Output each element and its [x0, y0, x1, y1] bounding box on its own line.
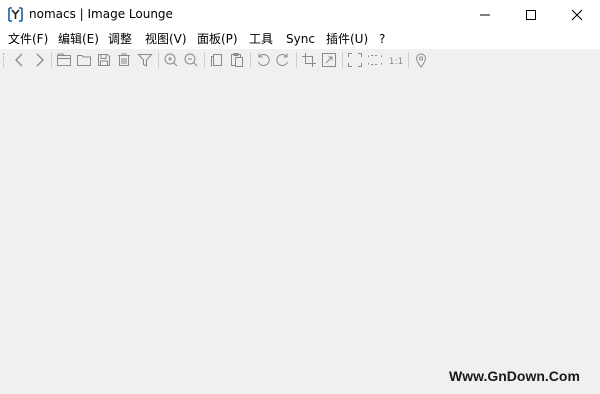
open-folder-button[interactable] [55, 51, 73, 69]
filter-icon [137, 54, 153, 67]
location-icon [415, 53, 427, 68]
toolbar: 1:1 [0, 49, 600, 71]
image-viewport[interactable] [0, 71, 600, 394]
rotate-right-button[interactable] [274, 51, 292, 69]
delete-button[interactable] [115, 51, 133, 69]
menu-plugins[interactable]: 插件(U) [326, 31, 368, 47]
fullscreen-icon [348, 53, 362, 67]
resize-button[interactable] [320, 51, 338, 69]
zoom-in-icon [164, 53, 178, 67]
menu-view[interactable]: 视图(V) [145, 31, 187, 47]
fullscreen-button[interactable] [346, 51, 364, 69]
zoom-out-icon [184, 53, 198, 67]
title-bar: nomacs | Image Lounge [0, 0, 600, 30]
menu-panels[interactable]: 面板(P) [197, 31, 238, 47]
window-title: nomacs | Image Lounge [29, 7, 173, 21]
close-icon [571, 9, 583, 21]
open-icon [77, 55, 91, 66]
toolbar-separator [250, 52, 251, 68]
copy-button[interactable] [208, 51, 226, 69]
location-button[interactable] [412, 51, 430, 69]
previous-icon [15, 53, 23, 67]
toolbar-separator [342, 52, 343, 68]
actual-size-icon: 1:1 [389, 57, 403, 67]
fit-button[interactable] [366, 51, 384, 69]
toolbar-separator [204, 52, 205, 68]
menu-tools[interactable]: 工具 [249, 31, 273, 47]
open-folder-icon [57, 53, 71, 66]
toolbar-separator [408, 52, 409, 68]
menu-adjust[interactable]: 调整 [108, 31, 132, 47]
actual-size-label: 1:1 [389, 57, 403, 67]
zoom-out-button[interactable] [182, 51, 200, 69]
toolbar-separator [158, 52, 159, 68]
resize-icon [322, 53, 336, 67]
save-button[interactable] [95, 51, 113, 69]
toolbar-separator [296, 52, 297, 68]
fit-icon [368, 55, 382, 65]
minimize-icon [480, 14, 490, 16]
menu-edit[interactable]: 编辑(E) [58, 31, 99, 47]
next-icon [36, 53, 44, 67]
next-button[interactable] [30, 51, 48, 69]
rotate-right-icon [276, 53, 288, 66]
menu-help[interactable]: ? [379, 31, 385, 47]
rotate-left-icon [258, 53, 270, 66]
toolbar-grip[interactable] [3, 53, 6, 67]
crop-button[interactable] [300, 51, 318, 69]
zoom-in-button[interactable] [162, 51, 180, 69]
copy-icon [211, 54, 222, 67]
paste-button[interactable] [228, 51, 246, 69]
app-icon [7, 6, 24, 23]
crop-icon [302, 53, 316, 67]
toolbar-separator [51, 52, 52, 68]
menu-bar: 文件(F) 编辑(E) 调整 视图(V) 面板(P) 工具 Sync 插件(U)… [0, 30, 600, 49]
open-button[interactable] [75, 51, 93, 69]
maximize-button[interactable] [508, 0, 554, 30]
actual-size-button[interactable]: 1:1 [386, 51, 406, 69]
menu-sync[interactable]: Sync [286, 31, 315, 47]
delete-icon [118, 53, 130, 66]
minimize-button[interactable] [462, 0, 508, 30]
close-button[interactable] [554, 0, 600, 30]
rotate-left-button[interactable] [254, 51, 272, 69]
watermark-text: Www.GnDown.Com [449, 368, 580, 384]
save-icon [98, 54, 110, 66]
menu-file[interactable]: 文件(F) [8, 31, 48, 47]
maximize-icon [526, 10, 536, 20]
previous-button[interactable] [11, 51, 29, 69]
filter-button[interactable] [136, 51, 154, 69]
paste-icon [231, 53, 243, 67]
